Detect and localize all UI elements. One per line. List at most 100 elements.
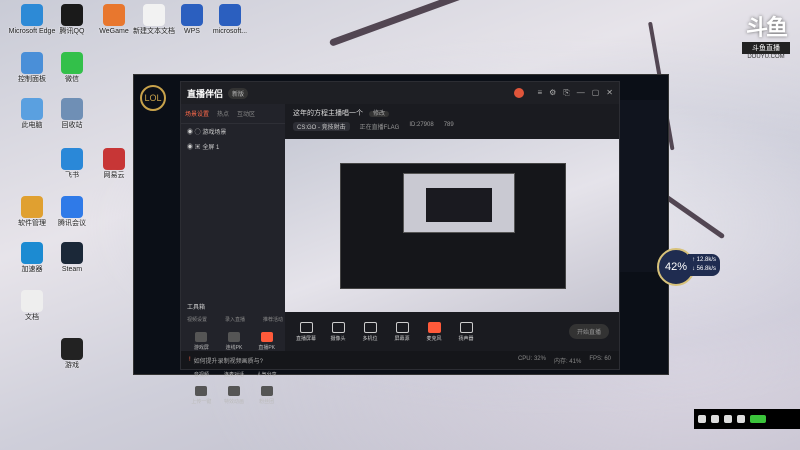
category-tag[interactable]: CS:GO - 竞技射击 [293, 122, 350, 131]
desktop-icon-label: 文档 [25, 314, 39, 321]
minimize-icon[interactable]: — [577, 88, 585, 98]
desktop-icon[interactable]: 回收站 [44, 98, 100, 130]
tool-label: 连麦对话 [223, 372, 244, 378]
scene-item[interactable]: ◉ ▣ 全屏 1 [181, 139, 285, 154]
control-button[interactable]: 扬声器 [455, 321, 477, 342]
control-button[interactable]: 直播屏幕 [295, 321, 317, 342]
titlebar-controls: ≡ ⚙ ⎘ — ▢ ✕ [514, 88, 613, 98]
scene-item[interactable]: ◉ ◯ 游戏场景 [181, 124, 285, 139]
control-bar: 直播屏幕 摄像头 多机位 屏幕源 麦克风 扬声器 开始直播 [285, 312, 619, 351]
lol-logo-icon: LOL [140, 85, 166, 111]
scene-panel: 场景设置 热点 互动区 ◉ ◯ 游戏场景 ◉ ▣ 全屏 1 工具箱 视频设置 录… [181, 104, 285, 405]
tool-button[interactable]: 直播PK [250, 332, 283, 351]
tool-tab[interactable]: 录入直播 [225, 316, 245, 323]
tool-icon [260, 332, 273, 342]
app-icon [21, 4, 43, 26]
status-text[interactable]: 如何提升录制视频画质与? [194, 356, 263, 365]
edit-title-button[interactable]: 修改 [368, 111, 389, 117]
desktop-icon-label: Steam [61, 266, 83, 273]
tool-label: 音视频 [193, 372, 209, 378]
app-icon [143, 4, 165, 26]
version-pill[interactable]: 新版 [228, 87, 249, 99]
stream-title: 这年的方程主播唱一个 [293, 110, 363, 117]
status-bar: ! 如何提升录制视频画质与? CPU: 32% 内存: 41% FPS: 60 [181, 351, 619, 369]
control-button[interactable]: 摄像头 [327, 321, 349, 342]
control-icon [459, 321, 473, 333]
mem-stat: 内存: 41% [553, 358, 582, 365]
control-icon [427, 321, 441, 333]
tool-button[interactable]: 连线PK [218, 332, 251, 351]
monitor-icon[interactable] [698, 415, 706, 423]
control-button[interactable]: 麦克风 [423, 321, 445, 342]
warning-icon: ! [189, 357, 191, 363]
tab-scene[interactable]: 场景设置 [185, 109, 209, 118]
app-icon [61, 148, 83, 170]
desktop-icon-label: microsoft... [212, 28, 248, 35]
upload-speed: ↑ 12.8k/s [692, 257, 717, 263]
tool-tab[interactable]: 推荐活动 [263, 316, 283, 323]
app-icon [181, 4, 203, 26]
tool-button[interactable]: 上传一键 [185, 386, 218, 405]
network-speed: ↑ 12.8k/s ↓ 56.8k/s [688, 254, 721, 276]
app-icon [21, 196, 43, 218]
app-icon [21, 98, 43, 120]
tool-icon [195, 332, 208, 342]
control-icon [331, 321, 345, 333]
control-icon [363, 321, 377, 333]
control-label: 扬声器 [458, 335, 474, 342]
system-tray [694, 409, 800, 429]
maximize-icon[interactable]: ▢ [592, 88, 600, 98]
desktop-icon[interactable]: 文档 [4, 290, 60, 322]
nested-preview-2 [403, 173, 515, 233]
desktop-icon[interactable]: microsoft... [202, 4, 258, 36]
tool-tab[interactable]: 视频设置 [187, 316, 207, 323]
viewer-count: 789 [443, 122, 454, 128]
tool-button[interactable]: 粉丝团 [250, 386, 283, 405]
tool-icon [260, 386, 273, 396]
cpu-stat: CPU: 32% [517, 355, 546, 362]
room-id: ID:27908 [409, 122, 434, 128]
tab-hot[interactable]: 热点 [217, 109, 229, 118]
avatar[interactable] [514, 88, 525, 98]
shield-icon[interactable] [711, 415, 719, 423]
desktop-icon[interactable]: Steam [44, 242, 100, 274]
control-label: 直播屏幕 [295, 335, 316, 342]
toolbox-title: 工具箱 [187, 305, 206, 311]
tool-button[interactable]: 特效动画 [218, 386, 251, 405]
tool-label: 粉丝团 [259, 399, 275, 405]
app-icon [21, 290, 43, 312]
tool-label: 人气分享 [256, 372, 277, 378]
settings-icon[interactable] [724, 415, 732, 423]
desktop-icon[interactable]: 腾讯会议 [44, 196, 100, 228]
nested-preview-3 [426, 188, 492, 222]
app-icon [103, 4, 125, 26]
control-label: 麦克风 [426, 335, 442, 342]
control-label: 屏幕源 [394, 335, 410, 342]
desktop-icon[interactable]: 游戏 [44, 338, 100, 370]
control-label: 多机位 [362, 335, 378, 342]
battery-icon[interactable] [750, 415, 766, 423]
toolbox-tabs: 视频设置 录入直播 推荐活动 [187, 316, 283, 323]
control-button[interactable]: 屏幕源 [391, 321, 413, 342]
stream-title-row: 这年的方程主播唱一个 修改 [285, 104, 619, 122]
menu-icon[interactable]: ≡ [537, 88, 542, 98]
desktop-icon[interactable]: 微信 [44, 52, 100, 84]
client-side-panel [620, 100, 667, 272]
download-speed: ↓ 56.8k/s [692, 266, 717, 272]
tool-label: 上传一键 [191, 399, 212, 405]
app-icon [61, 98, 83, 120]
app-icon [21, 52, 43, 74]
stream-preview[interactable] [285, 139, 619, 330]
desktop-icon[interactable]: 飞书 [44, 148, 100, 180]
control-label: 摄像头 [330, 335, 346, 342]
start-stream-button[interactable]: 开始直播 [568, 324, 609, 339]
tab-interact[interactable]: 互动区 [237, 109, 255, 118]
control-button[interactable]: 多机位 [359, 321, 381, 342]
tool-icon [227, 332, 240, 342]
network-icon[interactable] [737, 415, 745, 423]
settings-icon[interactable]: ⚙ [549, 88, 556, 98]
popout-icon[interactable]: ⎘ [563, 88, 569, 98]
tool-button[interactable]: 游戏屏 [185, 332, 218, 351]
app-icon [61, 196, 83, 218]
close-icon[interactable]: ✕ [606, 88, 613, 98]
